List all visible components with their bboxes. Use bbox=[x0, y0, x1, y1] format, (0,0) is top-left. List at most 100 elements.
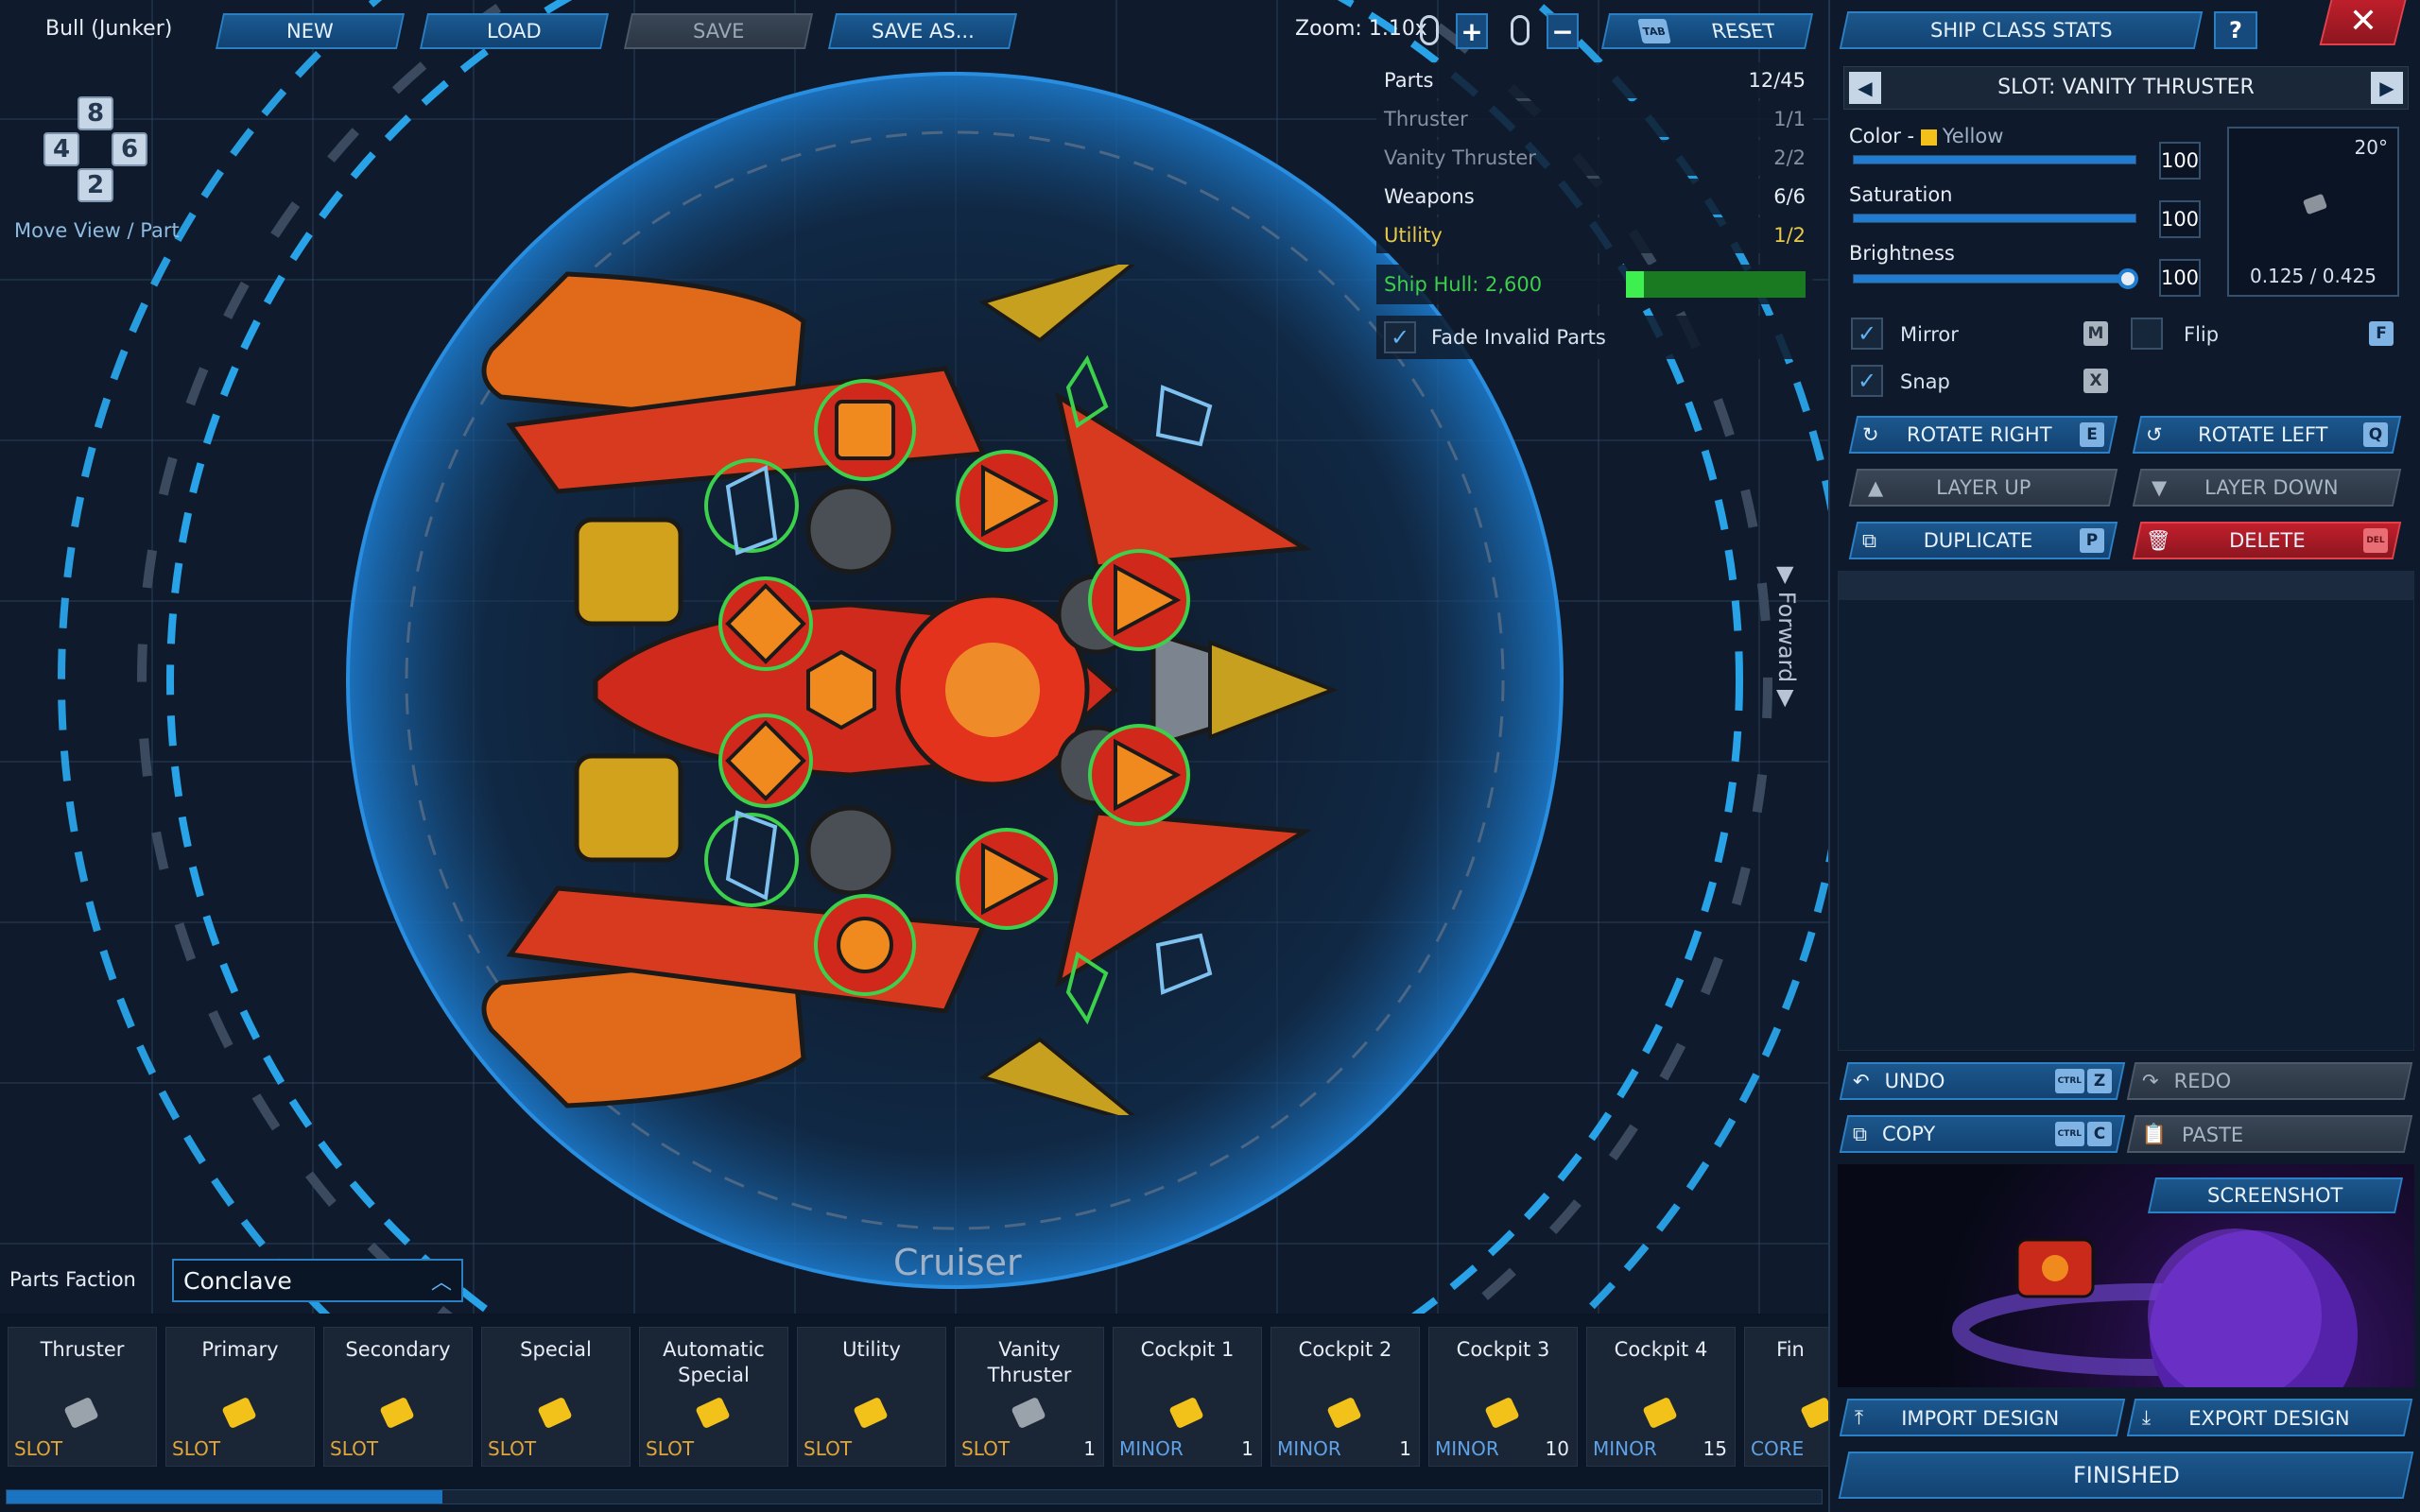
design-name: Bull (Junker) bbox=[45, 17, 173, 41]
part-slot-badge: MINOR bbox=[1119, 1437, 1184, 1460]
part-slot-badge: MINOR bbox=[1435, 1437, 1499, 1460]
part-slot-title: Primary bbox=[201, 1338, 279, 1361]
export-design-button[interactable]: ⤓ EXPORT DESIGN bbox=[2126, 1399, 2413, 1436]
color-slider[interactable] bbox=[1853, 155, 2136, 164]
color-name: Yellow bbox=[1942, 125, 2004, 147]
hull-label: Ship Hull: 2,600 bbox=[1384, 273, 1543, 296]
key-2: 2 bbox=[78, 168, 113, 202]
rotate-right-button[interactable]: ↻ ROTATE RIGHT E bbox=[1848, 416, 2118, 454]
undo-button[interactable]: ↶ UNDO CTRL Z bbox=[1839, 1062, 2126, 1100]
zoom-out-button[interactable]: − bbox=[1547, 13, 1579, 49]
part-slot-card[interactable]: Automatic Special SLOT bbox=[639, 1327, 788, 1467]
stat-value: 1/2 bbox=[1773, 224, 1806, 247]
copy-button[interactable]: ⧉ COPY CTRL C bbox=[1839, 1115, 2126, 1153]
part-slot-card[interactable]: Cockpit 1 MINOR 1 bbox=[1113, 1327, 1262, 1467]
part-slot-card[interactable]: Cockpit 4 MINOR 15 bbox=[1586, 1327, 1736, 1467]
part-slot-card[interactable]: Cockpit 2 MINOR 1 bbox=[1270, 1327, 1420, 1467]
delete-key: DEL bbox=[2363, 528, 2388, 553]
paste-button[interactable]: 📋 PASTE bbox=[2126, 1115, 2413, 1153]
color-value[interactable]: 100 bbox=[2159, 142, 2201, 180]
part-icon bbox=[853, 1396, 889, 1430]
ship-editor-canvas[interactable]: Bull (Junker) NEW LOAD SAVE SAVE AS... Z… bbox=[0, 0, 1828, 1314]
ship-class-stats-button[interactable]: SHIP CLASS STATS bbox=[1839, 11, 2204, 49]
color-label-text: Color - bbox=[1849, 125, 1921, 147]
mirror-checkbox[interactable]: ✓ bbox=[1851, 318, 1883, 350]
fade-label: Fade Invalid Parts bbox=[1431, 326, 1606, 349]
delete-button[interactable]: 🗑 DELETE DEL bbox=[2132, 522, 2402, 559]
part-preview: 20° 0.125 / 0.425 bbox=[2227, 127, 2399, 297]
next-slot-button[interactable]: ▶ bbox=[2371, 72, 2403, 104]
mirror-label: Mirror bbox=[1900, 323, 1959, 346]
flip-key: F bbox=[2369, 321, 2394, 346]
rotation-value: 20° bbox=[2354, 136, 2388, 159]
part-slot-card[interactable]: Thruster SLOT bbox=[8, 1327, 157, 1467]
fade-invalid-checkbox[interactable]: ✓ bbox=[1384, 321, 1416, 353]
part-slot-card[interactable]: Primary SLOT bbox=[165, 1327, 315, 1467]
prev-slot-button[interactable]: ◀ bbox=[1849, 72, 1881, 104]
part-slot-card[interactable]: Special SLOT bbox=[481, 1327, 631, 1467]
new-button[interactable]: NEW bbox=[215, 13, 406, 49]
brightness-slider-handle[interactable] bbox=[2118, 268, 2138, 289]
paste-label: PASTE bbox=[2182, 1123, 2244, 1145]
part-icon bbox=[1011, 1396, 1046, 1430]
duplicate-button[interactable]: ⧉ DUPLICATE P bbox=[1848, 522, 2118, 559]
import-icon: ⤒ bbox=[1855, 1405, 1864, 1429]
part-slot-badge: CORE bbox=[1751, 1437, 1805, 1460]
mouse-icon bbox=[1420, 15, 1439, 45]
part-slot-title: Cockpit 2 bbox=[1298, 1338, 1392, 1361]
color-swatch bbox=[1920, 129, 1937, 146]
zoom-in-button[interactable]: + bbox=[1456, 13, 1488, 49]
ship-design[interactable] bbox=[454, 265, 1380, 1115]
key-6: 6 bbox=[112, 132, 147, 166]
finished-button[interactable]: FINISHED bbox=[1838, 1452, 2414, 1499]
brightness-value[interactable]: 100 bbox=[2159, 259, 2201, 297]
parts-scrollbar[interactable] bbox=[6, 1489, 1823, 1504]
saturation-value[interactable]: 100 bbox=[2159, 200, 2201, 238]
saturation-slider[interactable] bbox=[1853, 214, 2136, 223]
paste-icon: 📋 bbox=[2142, 1122, 2168, 1145]
flip-checkbox[interactable] bbox=[2131, 318, 2163, 350]
layer-down-button[interactable]: ▼ LAYER DOWN bbox=[2132, 469, 2402, 507]
part-slot-badge: SLOT bbox=[330, 1437, 379, 1460]
part-slot-title: Cockpit 1 bbox=[1140, 1338, 1235, 1361]
screenshot-button[interactable]: SCREENSHOT bbox=[2147, 1177, 2404, 1213]
trash-icon: 🗑 bbox=[2146, 528, 2171, 552]
save-button[interactable]: SAVE bbox=[623, 13, 814, 49]
layer-up-button[interactable]: ▲ LAYER UP bbox=[1848, 469, 2118, 507]
properties-area bbox=[1838, 571, 2414, 1051]
stat-value: 1/1 bbox=[1773, 108, 1806, 130]
stat-value: 6/6 bbox=[1773, 185, 1806, 208]
export-label: EXPORT DESIGN bbox=[2188, 1406, 2350, 1429]
part-slot-card[interactable]: Secondary SLOT bbox=[323, 1327, 473, 1467]
close-button[interactable]: ✕ bbox=[2319, 0, 2408, 45]
snap-checkbox[interactable]: ✓ bbox=[1851, 365, 1883, 397]
import-design-button[interactable]: ⤒ IMPORT DESIGN bbox=[1839, 1399, 2126, 1436]
save-as-button[interactable]: SAVE AS... bbox=[827, 13, 1018, 49]
part-slot-badge: SLOT bbox=[172, 1437, 221, 1460]
part-icon bbox=[1642, 1396, 1678, 1430]
color-label: Color - Yellow bbox=[1849, 125, 2003, 147]
reset-button[interactable]: TAB RESET bbox=[1600, 13, 1814, 49]
triangle-down-icon: ▼ bbox=[2152, 476, 2168, 499]
part-slot-count: 1 bbox=[1083, 1437, 1096, 1460]
part-slot-card[interactable]: Utility SLOT bbox=[797, 1327, 946, 1467]
help-button[interactable]: ? bbox=[2214, 11, 2257, 49]
flip-label: Flip bbox=[2184, 323, 2220, 346]
part-slot-title: Special bbox=[520, 1338, 592, 1361]
load-button[interactable]: LOAD bbox=[419, 13, 610, 49]
forward-indicator: ▶ Forward ▶ bbox=[1773, 566, 1800, 708]
part-slot-card[interactable]: Cockpit 3 MINOR 10 bbox=[1428, 1327, 1578, 1467]
part-slot-count: 10 bbox=[1545, 1437, 1569, 1460]
parts-scrollbar-thumb[interactable] bbox=[7, 1490, 442, 1503]
hull-bar bbox=[1626, 271, 1806, 298]
part-slot-card[interactable]: Fin CORE bbox=[1744, 1327, 1837, 1467]
brightness-slider[interactable] bbox=[1853, 274, 2136, 284]
import-label: IMPORT DESIGN bbox=[1901, 1406, 2060, 1429]
part-slot-card[interactable]: Vanity Thruster SLOT 1 bbox=[955, 1327, 1104, 1467]
redo-button[interactable]: ↷ REDO bbox=[2126, 1062, 2413, 1100]
stat-label: Weapons bbox=[1384, 185, 1475, 208]
faction-select[interactable]: Conclave ︿ bbox=[172, 1259, 463, 1302]
stat-label: Utility bbox=[1384, 224, 1443, 247]
rotate-left-button[interactable]: ↺ ROTATE LEFT Q bbox=[2132, 416, 2402, 454]
thruster-preview-icon bbox=[2302, 193, 2328, 215]
